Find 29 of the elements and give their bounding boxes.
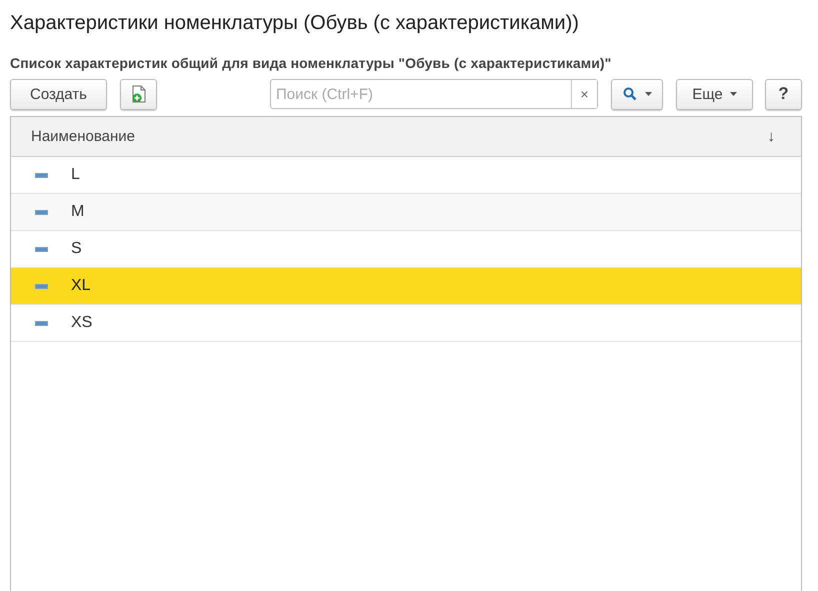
column-title: Наименование (31, 128, 135, 145)
caret-icon (730, 92, 737, 96)
search-button[interactable] (611, 78, 663, 110)
row-name: XL (71, 277, 91, 295)
list-caption: Список характеристик общий для вида номенклатуры "Обувь (с характеристиками)" (10, 55, 612, 71)
search-field[interactable]: Поиск (Ctrl+F) × (270, 79, 598, 109)
item-icon (35, 320, 48, 326)
search-icon (622, 87, 636, 101)
sort-arrow[interactable]: ↓ (768, 128, 775, 145)
add-document-button[interactable] (120, 78, 157, 110)
item-icon (35, 284, 48, 288)
clear-button[interactable]: × (571, 80, 597, 108)
table-row[interactable]: XL (11, 268, 801, 305)
table-row[interactable]: M (11, 194, 801, 231)
table-row[interactable]: XS (11, 305, 801, 342)
more-button[interactable]: Еще (676, 78, 753, 110)
window-title: Характеристики номенклатуры (Обувь (с характеристиками)) (10, 11, 580, 36)
column-header[interactable]: Наименование ↓ (11, 117, 801, 157)
create-button[interactable]: Создать (10, 78, 107, 110)
row-name: M (71, 203, 84, 221)
item-icon (35, 246, 48, 252)
caret-icon (644, 92, 652, 96)
item-icon (35, 172, 48, 178)
row-name: S (71, 240, 82, 258)
help-button[interactable]: ? (765, 78, 802, 110)
row-name: XS (71, 314, 92, 332)
document-plus-icon (130, 85, 146, 103)
item-icon (35, 210, 48, 214)
row-name: L (71, 166, 80, 184)
